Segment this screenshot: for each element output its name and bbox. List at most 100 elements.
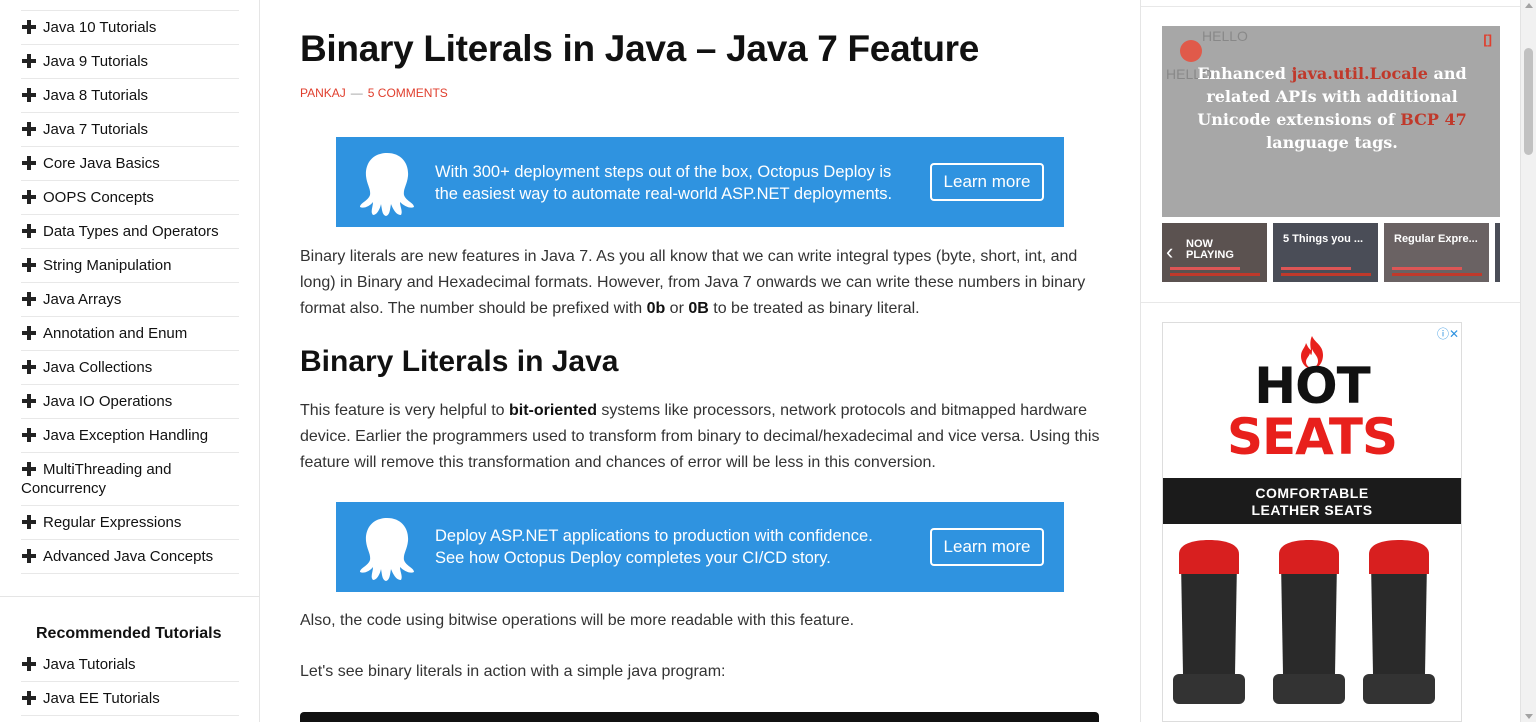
ad-band: COMFORTABLE LEATHER SEATS	[1163, 478, 1461, 524]
code-block	[300, 712, 1099, 722]
playlist-thumb[interactable]: ‹ NOW PLAYING	[1162, 223, 1267, 282]
scroll-down-icon[interactable]	[1525, 714, 1533, 719]
plus-icon	[22, 462, 36, 476]
plus-icon	[22, 326, 36, 340]
octopus-icon	[360, 518, 414, 581]
text: or	[665, 300, 689, 317]
category-list: Java 10 Tutorials Java 9 Tutorials Java …	[21, 10, 239, 574]
plus-icon	[22, 20, 36, 34]
paragraph-example: Let's see binary literals in action with…	[300, 663, 726, 680]
ad-band-line: LEATHER SEATS	[1251, 502, 1373, 518]
category-item[interactable]: Java 7 Tutorials	[21, 113, 239, 147]
category-label: Java Exception Handling	[43, 427, 209, 444]
channel-logo-icon	[1180, 40, 1202, 62]
octopus-ad-banner[interactable]: With 300+ deployment steps out of the bo…	[336, 137, 1064, 227]
video-playlist: ‹ NOW PLAYING 5 Things you ... Regular E…	[1162, 223, 1500, 282]
octopus-icon	[360, 153, 414, 216]
category-item[interactable]: Advanced Java Concepts	[21, 540, 239, 574]
plus-icon	[22, 428, 36, 442]
highlight-text: java.util.Locale	[1291, 64, 1428, 83]
plus-icon	[22, 88, 36, 102]
bold-text: bit-oriented	[508, 402, 597, 419]
category-item[interactable]: Java IO Operations	[21, 385, 239, 419]
ad-line: See how Octopus Deploy completes your CI…	[435, 549, 831, 567]
plus-icon	[22, 190, 36, 204]
category-label: Java 7 Tutorials	[43, 121, 149, 138]
category-item[interactable]: Java Collections	[21, 351, 239, 385]
divider	[0, 596, 259, 597]
adchoices-icon[interactable]: ⓘ✕	[1437, 325, 1459, 342]
article-meta: PANKAJ — 5 COMMENTS	[300, 86, 448, 100]
plus-icon	[22, 515, 36, 529]
category-item[interactable]: String Manipulation	[21, 249, 239, 283]
recommended-title: Recommended Tutorials	[36, 625, 222, 642]
comments-link[interactable]: 5 COMMENTS	[368, 86, 448, 100]
paragraph-readable: Also, the code using bitwise operations …	[300, 612, 855, 629]
article: Binary Literals in Java – Java 7 Feature…	[260, 0, 1140, 722]
playlist-thumb[interactable]	[1495, 223, 1500, 282]
text: language tags.	[1266, 133, 1398, 152]
video-caption: Enhanced java.util.Locale and related AP…	[1192, 62, 1472, 154]
scroll-thumb[interactable]	[1524, 48, 1533, 155]
seat	[1173, 540, 1245, 704]
category-item[interactable]: Java 10 Tutorials	[21, 11, 239, 45]
thumb-caption	[1281, 267, 1351, 270]
divider	[1141, 6, 1521, 7]
thumb-label: Regular Expre...	[1394, 233, 1478, 245]
category-item[interactable]: Data Types and Operators	[21, 215, 239, 249]
category-item[interactable]: MultiThreading and Concurrency	[21, 453, 239, 506]
plus-icon	[22, 54, 36, 68]
octopus-ad-banner-2[interactable]: Deploy ASP.NET applications to productio…	[336, 502, 1064, 592]
divider	[1141, 302, 1521, 303]
category-label: Data Types and Operators	[43, 223, 219, 240]
meta-separator: —	[350, 86, 363, 100]
video-player[interactable]: HELLO HELLO [] Enhanced java.util.Locale…	[1162, 26, 1500, 217]
category-label: String Manipulation	[43, 257, 172, 274]
highlight-text: BCP 47	[1400, 110, 1467, 129]
text: This feature is very helpful to	[300, 402, 509, 419]
ad-text: Deploy ASP.NET applications to productio…	[435, 525, 915, 569]
thumb-caption	[1170, 267, 1240, 270]
recommended-list: Java Tutorials Java EE Tutorials	[21, 648, 239, 716]
category-label: Core Java Basics	[43, 155, 160, 172]
scroll-up-icon[interactable]	[1525, 3, 1533, 8]
seat	[1363, 540, 1435, 704]
category-label: Annotation and Enum	[43, 325, 188, 342]
category-item[interactable]: Annotation and Enum	[21, 317, 239, 351]
scrollbar[interactable]	[1520, 0, 1536, 722]
category-label: Java 9 Tutorials	[43, 53, 149, 70]
chevron-left-icon[interactable]: ‹	[1166, 239, 1173, 265]
category-label: OOPS Concepts	[43, 189, 154, 206]
plus-icon	[22, 224, 36, 238]
recommended-item[interactable]: Java Tutorials	[21, 648, 239, 682]
plus-icon	[22, 156, 36, 170]
plus-icon	[22, 657, 36, 671]
learn-more-button[interactable]: Learn more	[930, 163, 1044, 201]
recommended-item[interactable]: Java EE Tutorials	[21, 682, 239, 716]
ad-headline-accent: SEATS	[1226, 408, 1398, 466]
category-item[interactable]: Java Arrays	[21, 283, 239, 317]
playlist-thumb[interactable]: Regular Expre...	[1384, 223, 1489, 282]
category-item[interactable]: Java 9 Tutorials	[21, 45, 239, 79]
paragraph-intro: Binary literals are new features in Java…	[300, 244, 1100, 322]
thumb-caption	[1392, 267, 1462, 270]
category-label: Java IO Operations	[43, 393, 173, 410]
category-label: Java Arrays	[43, 291, 122, 308]
category-item[interactable]: OOPS Concepts	[21, 181, 239, 215]
category-item[interactable]: Regular Expressions	[21, 506, 239, 540]
category-item[interactable]: Java Exception Handling	[21, 419, 239, 453]
plus-icon	[22, 258, 36, 272]
text: Enhanced	[1197, 64, 1292, 83]
thumb-label: 5 Things you ...	[1283, 233, 1364, 245]
category-label-line2: Concurrency	[21, 480, 107, 497]
author-link[interactable]: PANKAJ	[300, 86, 346, 100]
seats-image	[1163, 524, 1461, 721]
thumb-label: NOW PLAYING	[1186, 238, 1234, 261]
category-item[interactable]: Java 8 Tutorials	[21, 79, 239, 113]
learn-more-button[interactable]: Learn more	[930, 528, 1044, 566]
category-item[interactable]: Core Java Basics	[21, 147, 239, 181]
code-0B: 0B	[688, 300, 709, 317]
hot-seats-ad[interactable]: ⓘ✕ HOT SEATS COMFORTABLE LEATHER SEATS	[1162, 322, 1462, 722]
playlist-thumb[interactable]: 5 Things you ...	[1273, 223, 1378, 282]
plus-icon	[22, 360, 36, 374]
